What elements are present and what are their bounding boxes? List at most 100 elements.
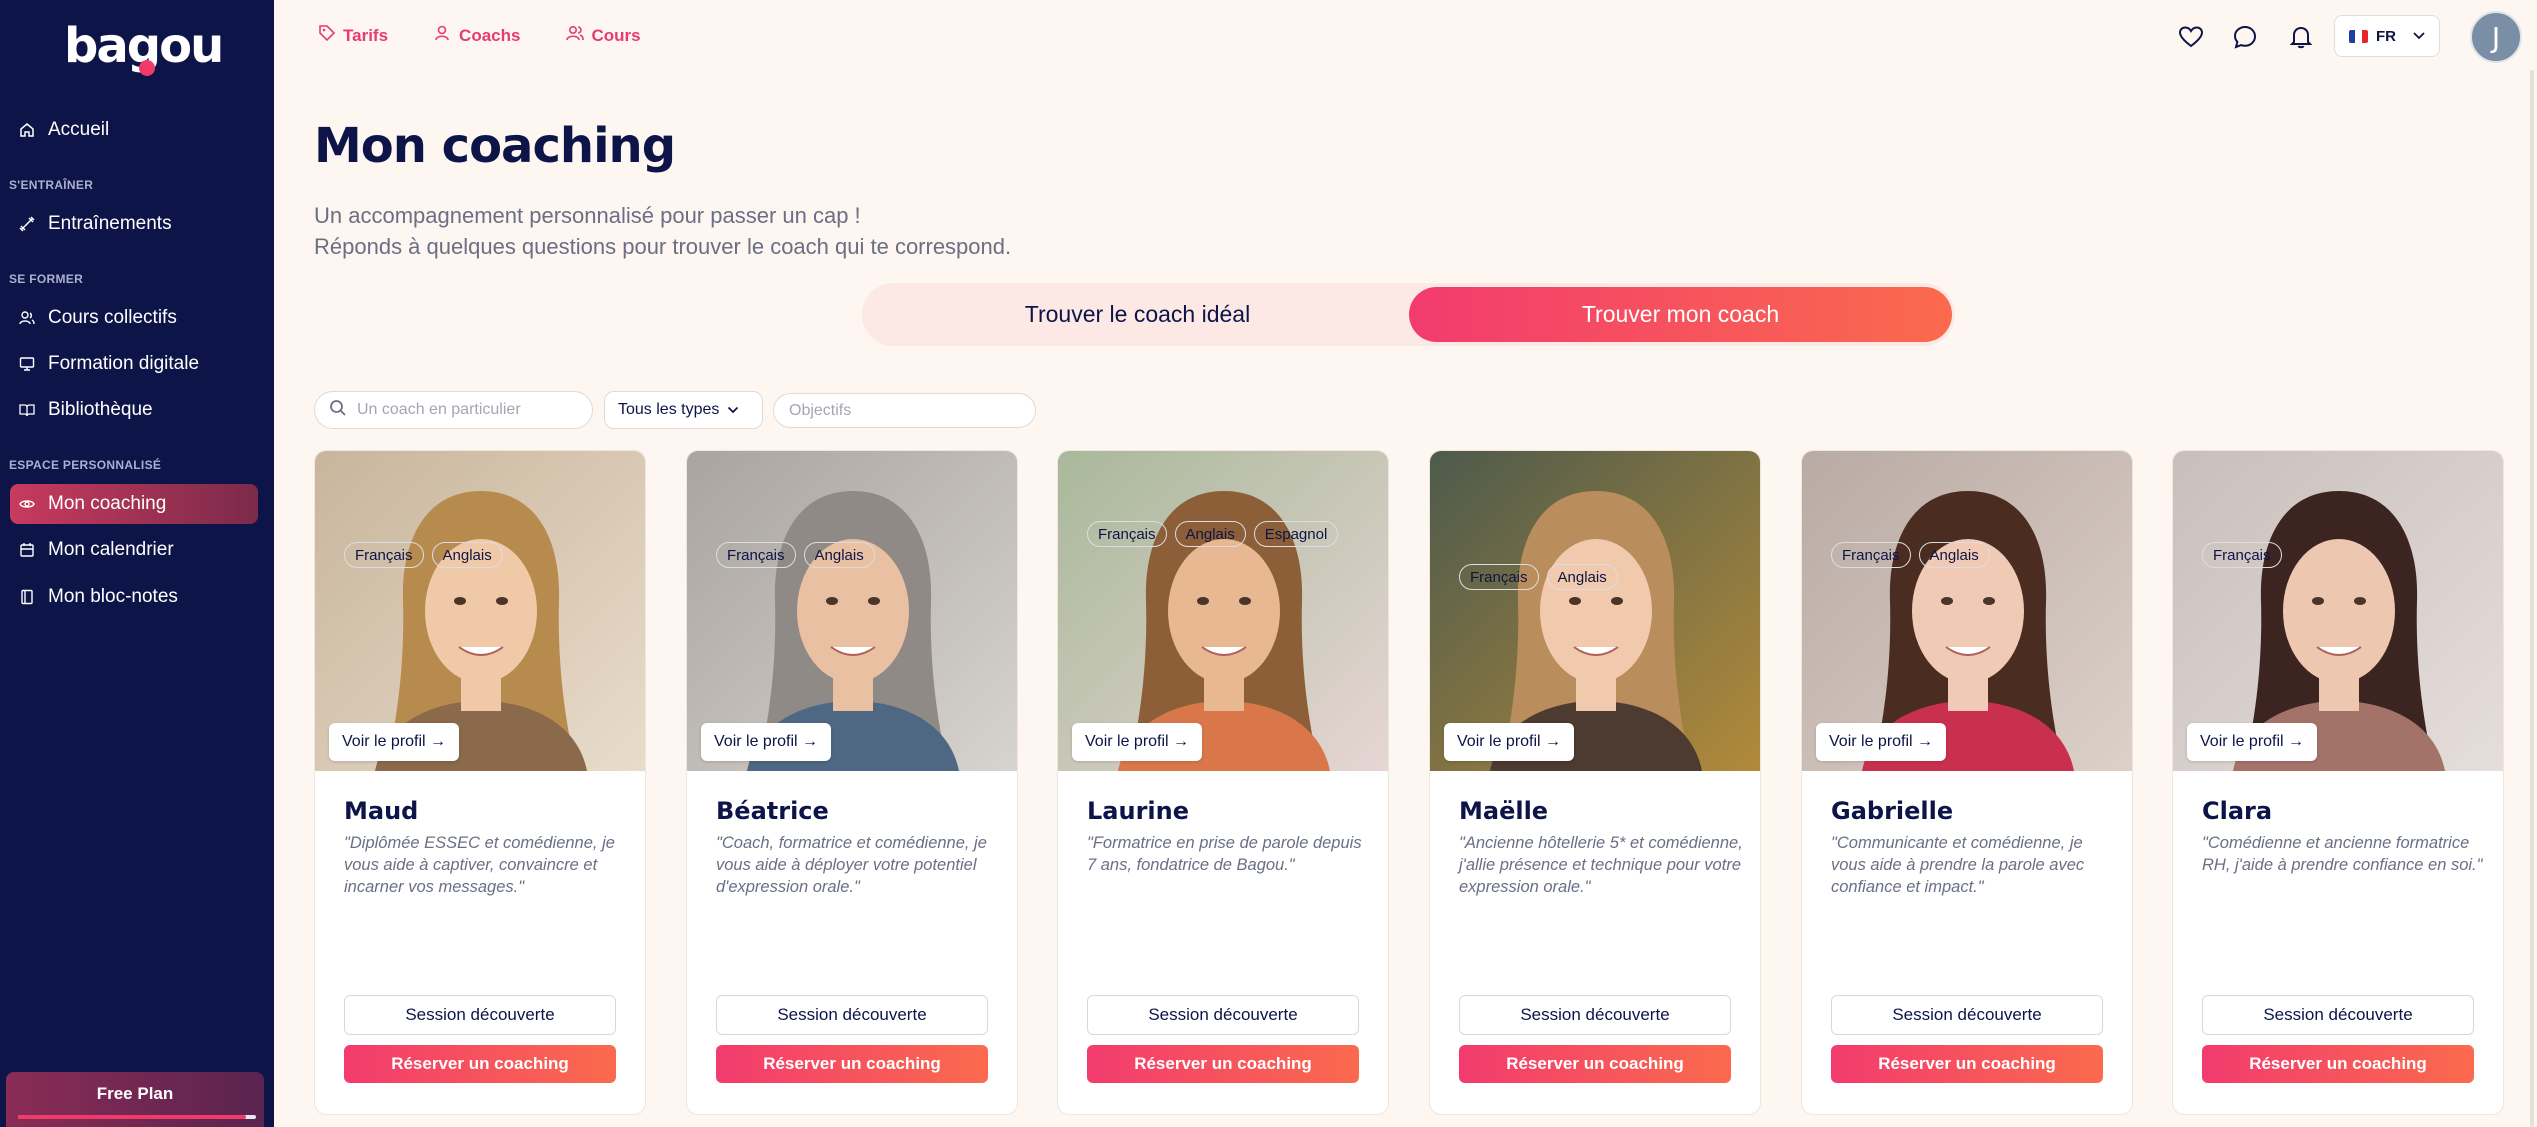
language-chip: Anglais <box>1174 521 1246 547</box>
language-code: FR <box>2376 27 2396 45</box>
coach-languages: Français Anglais <box>1459 564 1618 590</box>
coach-card[interactable]: Voir le profil → Béatrice "Coach, format… <box>686 450 1018 1115</box>
search-icon <box>329 399 347 422</box>
nav-cours-label: Cours <box>591 25 641 45</box>
objectives-input[interactable] <box>789 401 1035 420</box>
sidebar-item-cours-collectifs[interactable]: Cours collectifs <box>10 298 258 338</box>
search-input[interactable] <box>357 401 592 419</box>
coach-card[interactable]: Voir le profil → Laurine "Formatrice en … <box>1057 450 1389 1115</box>
sidebar-item-bibliotheque[interactable]: Bibliothèque <box>10 390 258 430</box>
view-profile-button[interactable]: Voir le profil → <box>2187 723 2318 761</box>
coach-quote: "Communicante et comédienne, je vous aid… <box>1831 834 2085 896</box>
coach-quote: "Ancienne hôtellerie 5* et comédienne, j… <box>1459 834 1743 896</box>
type-select[interactable]: Tous les types <box>604 391 763 429</box>
language-select[interactable]: FR <box>2334 15 2440 57</box>
subtitle-line-1: Un accompagnement personnalisé pour pass… <box>314 203 861 228</box>
users-icon <box>566 24 585 47</box>
discovery-session-button[interactable]: Session découverte <box>1087 995 1359 1035</box>
section-label-entrainer: S'ENTRAÎNER <box>9 178 94 192</box>
discovery-session-button[interactable]: Session découverte <box>1831 995 2103 1035</box>
sidebar-item-label: Entraînements <box>48 213 172 234</box>
coach-card[interactable]: Voir le profil → Maëlle "Ancienne hôtell… <box>1429 450 1761 1115</box>
language-chip: Anglais <box>803 542 875 568</box>
coach-card[interactable]: Voir le profil → Gabrielle "Communicante… <box>1801 450 2133 1115</box>
coach-quote: "Comédienne et ancienne formatrice RH, j… <box>2202 834 2483 874</box>
nav-coachs[interactable]: Coachs <box>434 24 520 47</box>
plan-card[interactable]: Free Plan <box>6 1072 264 1127</box>
sidebar-item-formation-digitale[interactable]: Formation digitale <box>10 344 258 384</box>
users-icon <box>18 309 36 327</box>
discovery-session-button[interactable]: Session découverte <box>716 995 988 1035</box>
plan-progress-bar <box>18 1115 256 1119</box>
section-label-espace: ESPACE PERSONNALISÉ <box>9 458 162 472</box>
view-profile-button[interactable]: Voir le profil → <box>329 723 460 761</box>
sidebar-item-label: Mon coaching <box>48 493 167 514</box>
sidebar-item-accueil[interactable]: Accueil <box>10 110 258 150</box>
nav-tarifs[interactable]: Tarifs <box>318 24 388 47</box>
language-chip: Français <box>1087 521 1167 547</box>
sidebar-item-mon-coaching[interactable]: Mon coaching <box>10 484 258 524</box>
bagou-logo[interactable]: bagou <box>64 20 224 86</box>
objectives-field[interactable] <box>773 393 1036 428</box>
page-subtitle: Un accompagnement personnalisé pour pass… <box>314 200 1011 262</box>
subtitle-line-2: Réponds à quelques questions pour trouve… <box>314 234 1012 259</box>
coach-quote: "Formatrice en prise de parole depuis 7 … <box>1087 834 1362 874</box>
sidebar-item-label: Formation digitale <box>48 353 200 374</box>
coach-name: Béatrice <box>716 797 829 825</box>
view-profile-button[interactable]: Voir le profil → <box>1072 723 1203 761</box>
sidebar-item-mon-bloc-notes[interactable]: Mon bloc-notes <box>10 577 258 617</box>
tag-icon <box>318 24 336 47</box>
sidebar-item-label: Bibliothèque <box>48 399 153 420</box>
coach-name: Maëlle <box>1459 797 1549 825</box>
language-chip: Anglais <box>431 542 503 568</box>
coach-card[interactable]: Voir le profil → Clara "Comédienne et an… <box>2172 450 2504 1115</box>
coach-languages: Français Anglais Espagnol <box>1087 521 1339 547</box>
language-chip: Français <box>2202 542 2282 568</box>
plan-progress-fill <box>18 1115 247 1119</box>
language-chip: Français <box>716 542 796 568</box>
chat-icon[interactable] <box>2232 24 2258 50</box>
notebook-icon <box>18 588 36 606</box>
coach-search[interactable] <box>314 391 593 429</box>
bell-icon[interactable] <box>2288 24 2314 50</box>
view-profile-button[interactable]: Voir le profil → <box>1444 723 1575 761</box>
language-chip: Français <box>344 542 424 568</box>
discovery-session-button[interactable]: Session découverte <box>2202 995 2474 1035</box>
top-nav: Tarifs Coachs Cours <box>318 24 641 47</box>
sidebar-item-entrainements[interactable]: Entraînements <box>10 204 258 244</box>
view-profile-button[interactable]: Voir le profil → <box>1816 723 1947 761</box>
view-profile-button[interactable]: Voir le profil → <box>701 723 832 761</box>
calendar-icon <box>18 541 36 559</box>
dumbbell-icon <box>18 215 36 233</box>
coach-card[interactable]: Voir le profil → Maud "Diplômée ESSEC et… <box>314 450 646 1115</box>
book-open-icon <box>18 401 36 419</box>
toggle-option-find-my-coach[interactable]: Trouver mon coach <box>1409 287 1952 342</box>
user-avatar[interactable]: J <box>2470 11 2522 63</box>
nav-cours[interactable]: Cours <box>566 24 641 47</box>
home-icon <box>18 121 36 139</box>
coach-languages: Français Anglais <box>344 542 503 568</box>
eye-icon <box>18 495 36 513</box>
language-chip: Anglais <box>1546 564 1618 590</box>
section-label-former: SE FORMER <box>9 272 84 286</box>
toggle-option-ideal-coach[interactable]: Trouver le coach idéal <box>866 287 1409 342</box>
book-coaching-button[interactable]: Réserver un coaching <box>716 1045 988 1083</box>
coach-languages: Français Anglais <box>716 542 875 568</box>
sidebar-item-mon-calendrier[interactable]: Mon calendrier <box>10 530 258 570</box>
monitor-icon <box>18 355 36 373</box>
sidebar-item-label: Cours collectifs <box>48 307 177 328</box>
sidebar-item-label: Accueil <box>48 119 110 140</box>
book-coaching-button[interactable]: Réserver un coaching <box>344 1045 616 1083</box>
discovery-session-button[interactable]: Session découverte <box>1459 995 1731 1035</box>
book-coaching-button[interactable]: Réserver un coaching <box>2202 1045 2474 1083</box>
book-coaching-button[interactable]: Réserver un coaching <box>1459 1045 1731 1083</box>
heart-icon[interactable] <box>2178 24 2204 50</box>
book-coaching-button[interactable]: Réserver un coaching <box>1087 1045 1359 1083</box>
book-coaching-button[interactable]: Réserver un coaching <box>1831 1045 2103 1083</box>
coach-quote: "Coach, formatrice et comédienne, je vou… <box>716 834 987 896</box>
coach-name: Maud <box>344 797 419 825</box>
chevron-down-icon <box>2412 28 2426 45</box>
scrollbar[interactable] <box>2530 70 2534 1127</box>
discovery-session-button[interactable]: Session découverte <box>344 995 616 1035</box>
plan-label: Free Plan <box>96 1084 174 1103</box>
